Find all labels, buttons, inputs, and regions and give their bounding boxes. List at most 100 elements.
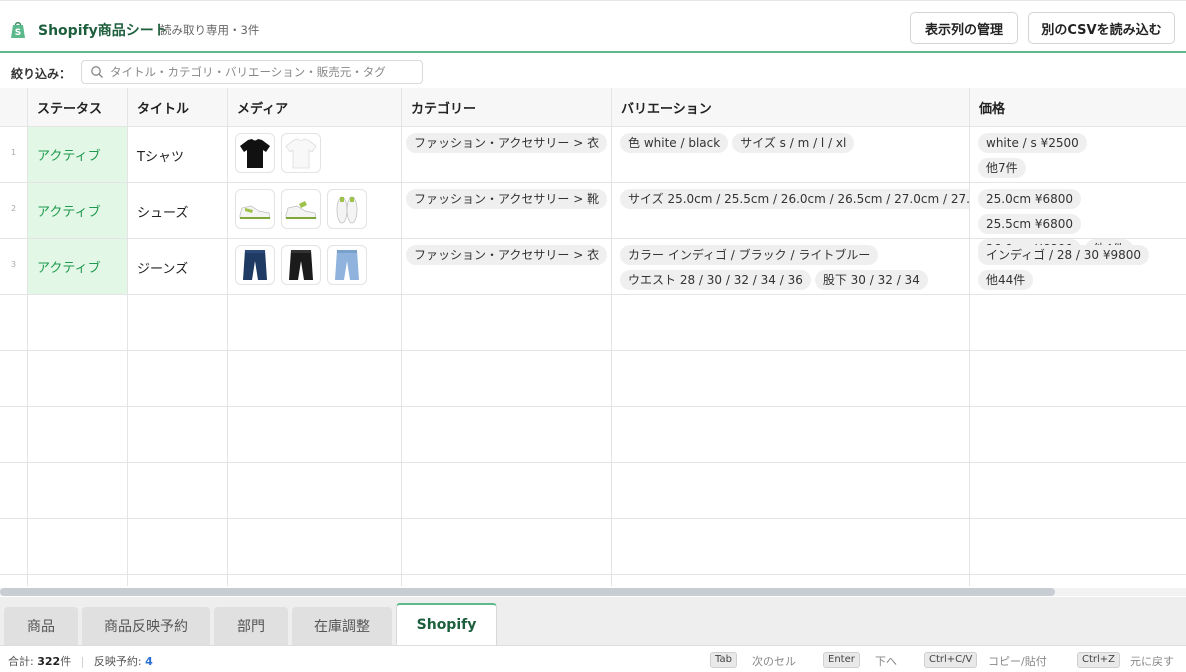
category-cell[interactable]: ファッション・アクセサリー > 靴 bbox=[406, 189, 611, 214]
variation-chip: 色 white / black bbox=[620, 133, 729, 153]
media-thumbnail[interactable] bbox=[281, 133, 321, 173]
title-cell[interactable]: Tシャツ bbox=[137, 146, 184, 165]
row-number: 1 bbox=[10, 148, 17, 157]
total-label: 合計: bbox=[8, 655, 34, 668]
price-more-chip: 他44件 bbox=[978, 270, 1034, 290]
grid-line bbox=[0, 126, 1186, 127]
status-cell[interactable]: アクティブ bbox=[28, 183, 127, 238]
variation-cell[interactable]: サイズ 25.0cm / 25.5cm / 26.0cm / 26.5cm / … bbox=[620, 189, 969, 214]
price-more-chip: 他7件 bbox=[978, 158, 1026, 178]
media-thumbnail[interactable] bbox=[327, 245, 367, 285]
variation-chip: 股下 30 / 32 / 34 bbox=[814, 270, 928, 290]
shortcut-key: Enter bbox=[823, 652, 860, 668]
price-cell[interactable]: インディゴ / 28 / 30 ¥9800 他44件 bbox=[978, 245, 1183, 295]
media-thumbnail[interactable] bbox=[281, 189, 321, 229]
search-icon bbox=[91, 66, 103, 78]
reserve-count: 4 bbox=[145, 655, 153, 668]
load-csv-button[interactable]: 別のCSVを読み込む bbox=[1028, 12, 1175, 44]
media-thumbnail[interactable] bbox=[235, 189, 275, 229]
grid-line bbox=[127, 88, 128, 586]
search-box[interactable] bbox=[81, 60, 423, 84]
svg-text:S: S bbox=[15, 28, 21, 38]
media-thumbnail[interactable] bbox=[235, 133, 275, 173]
title-cell[interactable]: シューズ bbox=[137, 202, 188, 221]
product-grid: ステータス タイトル メディア カテゴリー バリエーション 価格 1 アクティブ… bbox=[0, 88, 1186, 586]
tab-product-reservation[interactable]: 商品反映予約 bbox=[82, 607, 210, 645]
separator: | bbox=[80, 655, 85, 668]
grid-line bbox=[0, 350, 1186, 351]
tab-inventory-adjustment[interactable]: 在庫調整 bbox=[292, 607, 392, 645]
variation-cell[interactable]: 色 white / black サイズ s / m / l / xl bbox=[620, 133, 969, 158]
grid-line bbox=[227, 88, 228, 586]
category-chip: ファッション・アクセサリー > 靴 bbox=[406, 189, 608, 209]
grid-line bbox=[0, 406, 1186, 407]
shortcut-desc: コピー/貼付 bbox=[988, 655, 1047, 668]
variation-cell[interactable]: カラー インディゴ / ブラック / ライトブルー ウエスト 28 / 30 / … bbox=[620, 245, 969, 295]
shortcut-key: Tab bbox=[710, 652, 737, 668]
shortcut-desc: 下へ bbox=[875, 655, 897, 668]
manage-columns-button[interactable]: 表示列の管理 bbox=[910, 12, 1018, 44]
category-cell[interactable]: ファッション・アクセサリー > 衣 bbox=[406, 245, 611, 270]
tshirt-white-image bbox=[285, 138, 317, 169]
category-chip: ファッション・アクセサリー > 衣 bbox=[406, 133, 608, 153]
shoe-image bbox=[239, 205, 271, 219]
media-thumbnail[interactable] bbox=[235, 245, 275, 285]
search-input[interactable] bbox=[110, 65, 410, 79]
shopify-bag-icon: S bbox=[11, 22, 25, 38]
app-subtitle: 読み取り専用・3件 bbox=[160, 23, 260, 37]
tab-shopify[interactable]: Shopify bbox=[396, 603, 497, 645]
grid-line bbox=[611, 88, 612, 586]
row-number: 2 bbox=[10, 204, 17, 213]
app-title: Shopify商品シート bbox=[38, 23, 168, 39]
variation-chip: サイズ 25.0cm / 25.5cm / 26.0cm / 26.5cm / … bbox=[620, 189, 969, 209]
grid-line bbox=[0, 574, 1186, 575]
jeans-light-image bbox=[335, 250, 359, 280]
horizontal-scrollbar[interactable] bbox=[0, 588, 1186, 596]
jeans-indigo-image bbox=[243, 250, 267, 280]
scrollbar-thumb[interactable] bbox=[0, 588, 1055, 596]
price-chip: 25.5cm ¥6800 bbox=[978, 214, 1081, 234]
total-count: 322 bbox=[37, 655, 61, 668]
media-thumbnail[interactable] bbox=[327, 189, 367, 229]
status-bar: 合計: 322件 | 反映予約: 4 Tab 次のセル Enter 下へ Ctr… bbox=[0, 645, 1186, 672]
column-header-price[interactable]: 価格 bbox=[970, 88, 1186, 126]
shortcut-desc: 次のセル bbox=[752, 655, 796, 668]
column-header-media[interactable]: メディア bbox=[228, 88, 401, 126]
grid-line bbox=[27, 88, 28, 586]
sheet-tab-bar: 商品 商品反映予約 部門 在庫調整 Shopify bbox=[0, 597, 1186, 645]
shortcut-desc: 元に戻す bbox=[1130, 655, 1174, 668]
tshirt-black-image bbox=[240, 139, 270, 168]
tab-products[interactable]: 商品 bbox=[4, 607, 78, 645]
app-header: S Shopify商品シート 読み取り専用・3件 表示列の管理 別のCSVを読み… bbox=[0, 0, 1186, 53]
column-header-variation[interactable]: バリエーション bbox=[612, 88, 969, 126]
grid-line bbox=[0, 462, 1186, 463]
grid-line bbox=[401, 88, 402, 586]
filter-label: 絞り込み： bbox=[11, 67, 72, 81]
price-chip: 25.0cm ¥6800 bbox=[978, 189, 1081, 209]
column-header-status[interactable]: ステータス bbox=[28, 88, 127, 126]
tab-departments[interactable]: 部門 bbox=[214, 607, 288, 645]
variation-chip: サイズ s / m / l / xl bbox=[732, 133, 855, 153]
grid-line bbox=[0, 518, 1186, 519]
grid-line bbox=[969, 88, 970, 586]
shortcut-key: Ctrl+Z bbox=[1077, 652, 1121, 668]
category-cell[interactable]: ファッション・アクセサリー > 衣 bbox=[406, 133, 611, 158]
price-cell[interactable]: white / s ¥2500 他7件 bbox=[978, 133, 1183, 183]
total-unit: 件 bbox=[60, 655, 72, 668]
shortcut-key: Ctrl+C/V bbox=[924, 652, 978, 668]
category-chip: ファッション・アクセサリー > 衣 bbox=[406, 245, 608, 265]
status-cell[interactable]: アクティブ bbox=[28, 239, 127, 294]
reserve-label: 反映予約: bbox=[93, 655, 142, 668]
column-header-category[interactable]: カテゴリー bbox=[402, 88, 611, 126]
shoe-image bbox=[285, 201, 317, 219]
price-chip: インディゴ / 28 / 30 ¥9800 bbox=[978, 245, 1150, 265]
media-thumbnail[interactable] bbox=[281, 245, 321, 285]
row-number: 3 bbox=[10, 260, 17, 269]
title-cell[interactable]: ジーンズ bbox=[137, 258, 188, 277]
shoe-pair-image bbox=[336, 196, 358, 224]
status-cell[interactable]: アクティブ bbox=[28, 127, 127, 182]
variation-chip: カラー インディゴ / ブラック / ライトブルー bbox=[620, 245, 879, 265]
column-header-title[interactable]: タイトル bbox=[128, 88, 227, 126]
jeans-black-image bbox=[289, 250, 313, 280]
price-chip: white / s ¥2500 bbox=[978, 133, 1087, 153]
